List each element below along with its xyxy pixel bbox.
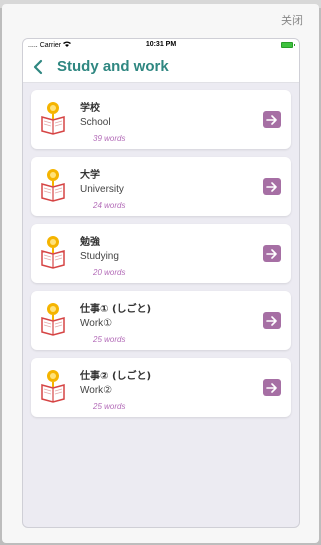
- battery-icon: [281, 42, 295, 48]
- item-subtitle: University: [80, 184, 124, 195]
- phone-frame: ..... Carrier 10:31 PM Study and work 学校…: [22, 38, 300, 528]
- item-subtitle: Studying: [80, 251, 119, 262]
- word-list: 学校 School 39 words 大学 University 24 word…: [23, 83, 299, 417]
- modal-dialog: 关闭 ..... Carrier 10:31 PM Study and work: [2, 4, 319, 543]
- open-item-button[interactable]: [263, 178, 281, 195]
- open-item-button[interactable]: [263, 312, 281, 329]
- status-time: 10:31 PM: [145, 41, 177, 48]
- item-count: 25 words: [93, 335, 126, 344]
- arrow-right-icon: [266, 114, 277, 125]
- item-subtitle: Work②: [80, 385, 113, 396]
- item-title: 仕事① (しごと): [80, 304, 152, 315]
- list-item[interactable]: 仕事① (しごと) Work① 25 words: [31, 291, 291, 350]
- book-icon: [41, 236, 65, 269]
- book-icon: [41, 102, 65, 135]
- book-icon: [41, 303, 65, 336]
- item-title: 大学: [80, 170, 100, 181]
- chevron-left-icon: [33, 59, 43, 75]
- arrow-right-icon: [266, 248, 277, 259]
- list-item[interactable]: 勉強 Studying 20 words: [31, 224, 291, 283]
- close-button[interactable]: 关闭: [281, 12, 303, 28]
- list-item[interactable]: 大学 University 24 words: [31, 157, 291, 216]
- open-item-button[interactable]: [263, 379, 281, 396]
- list-item[interactable]: 仕事② (しごと) Work② 25 words: [31, 358, 291, 417]
- item-count: 39 words: [93, 134, 126, 143]
- arrow-right-icon: [266, 181, 277, 192]
- arrow-right-icon: [266, 315, 277, 326]
- item-title: 学校: [80, 103, 100, 114]
- page-title: Study and work: [57, 58, 169, 75]
- book-icon: [41, 169, 65, 202]
- open-item-button[interactable]: [263, 111, 281, 128]
- status-bar: ..... Carrier 10:31 PM: [23, 39, 299, 51]
- open-item-button[interactable]: [263, 245, 281, 262]
- nav-bar: Study and work: [23, 51, 299, 83]
- list-item[interactable]: 学校 School 39 words: [31, 90, 291, 149]
- item-subtitle: School: [80, 117, 111, 128]
- item-count: 25 words: [93, 402, 126, 411]
- item-subtitle: Work①: [80, 318, 113, 329]
- item-count: 24 words: [93, 201, 126, 210]
- item-title: 勉強: [80, 237, 100, 248]
- back-button[interactable]: [31, 59, 45, 75]
- item-count: 20 words: [93, 268, 126, 277]
- arrow-right-icon: [266, 382, 277, 393]
- item-title: 仕事② (しごと): [80, 371, 152, 382]
- book-icon: [41, 370, 65, 403]
